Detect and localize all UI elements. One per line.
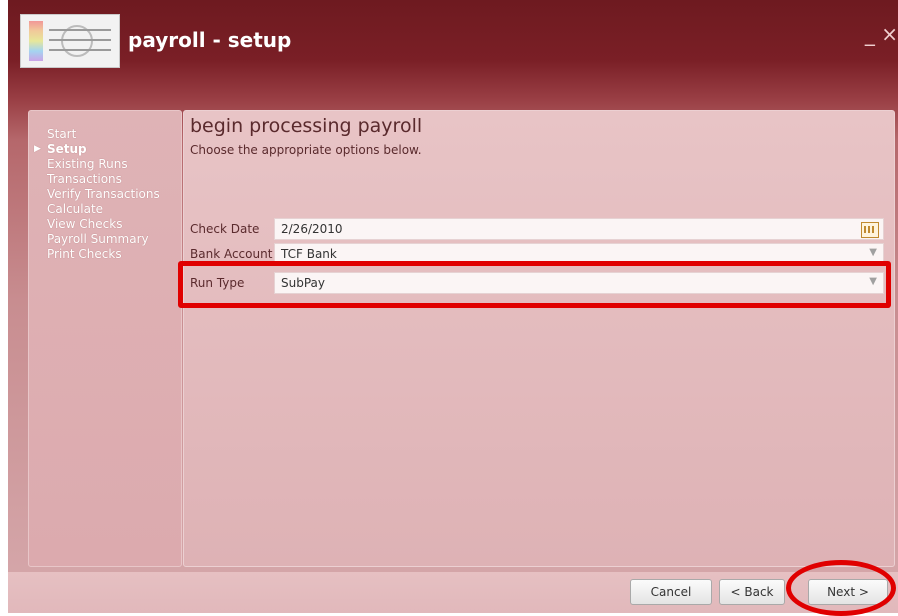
sidebar-item-label: Transactions — [47, 172, 122, 186]
wizard-footer: Cancel < Back Next > — [8, 572, 898, 613]
window-controls[interactable]: _ × — [865, 22, 898, 46]
run-type-select[interactable]: SubPay ▼ — [274, 272, 884, 294]
sidebar-item-calculate[interactable]: Calculate — [29, 202, 181, 217]
sidebar-item-existing-runs[interactable]: Existing Runs — [29, 157, 181, 172]
sidebar-item-label: Setup — [47, 142, 87, 156]
bank-account-row: Bank Account TCF Bank ▼ — [184, 243, 890, 267]
run-type-label: Run Type — [190, 276, 245, 290]
calendar-icon[interactable] — [861, 222, 879, 238]
setup-panel: begin processing payroll Choose the appr… — [183, 110, 895, 567]
sidebar-item-setup[interactable]: ▶ Setup — [29, 142, 181, 157]
cancel-button[interactable]: Cancel — [630, 579, 712, 605]
page-subtitle: Choose the appropriate options below. — [190, 143, 422, 157]
sidebar-item-label: Existing Runs — [47, 157, 128, 171]
next-button[interactable]: Next > — [808, 579, 888, 605]
payroll-window: payroll - setup _ × Start ▶ Setup Existing … — [0, 0, 898, 613]
sidebar-item-label: Payroll Summary — [47, 232, 149, 246]
sidebar-item-transactions[interactable]: Transactions — [29, 172, 181, 187]
sidebar-item-label: Verify Transactions — [47, 187, 160, 201]
run-type-value: SubPay — [281, 276, 325, 290]
bank-account-label: Bank Account — [190, 247, 273, 261]
sidebar-item-label: Start — [47, 127, 77, 141]
sidebar-item-label: Calculate — [47, 202, 104, 216]
app-logo-icon — [20, 14, 120, 68]
check-date-value: 2/26/2010 — [281, 222, 343, 236]
sidebar-item-label: Print Checks — [47, 247, 122, 261]
current-step-arrow-icon: ▶ — [34, 144, 41, 154]
sidebar-item-verify-transactions[interactable]: Verify Transactions — [29, 187, 181, 202]
sidebar-item-payroll-summary[interactable]: Payroll Summary — [29, 232, 181, 247]
title-bar: payroll - setup _ × — [8, 0, 898, 80]
sidebar-item-view-checks[interactable]: View Checks — [29, 217, 181, 232]
back-button[interactable]: < Back — [719, 579, 785, 605]
bank-account-value: TCF Bank — [281, 247, 337, 261]
chevron-down-icon[interactable]: ▼ — [869, 276, 877, 287]
sidebar-item-label: View Checks — [47, 217, 123, 231]
check-date-label: Check Date — [190, 222, 260, 236]
chevron-down-icon[interactable]: ▼ — [869, 247, 877, 258]
page-title: begin processing payroll — [190, 115, 423, 137]
window-title: payroll - setup — [128, 28, 292, 52]
sidebar-item-start[interactable]: Start — [29, 127, 181, 142]
wizard-steps-sidebar: Start ▶ Setup Existing Runs Transactions Veri… — [28, 110, 182, 567]
bank-account-select[interactable]: TCF Bank ▼ — [274, 243, 884, 265]
sidebar-item-print-checks[interactable]: Print Checks — [29, 247, 181, 262]
check-date-field[interactable]: 2/26/2010 — [274, 218, 884, 240]
window-edge — [0, 0, 8, 613]
check-date-row: Check Date 2/26/2010 — [184, 218, 890, 242]
run-type-row: Run Type SubPay ▼ — [184, 272, 890, 296]
